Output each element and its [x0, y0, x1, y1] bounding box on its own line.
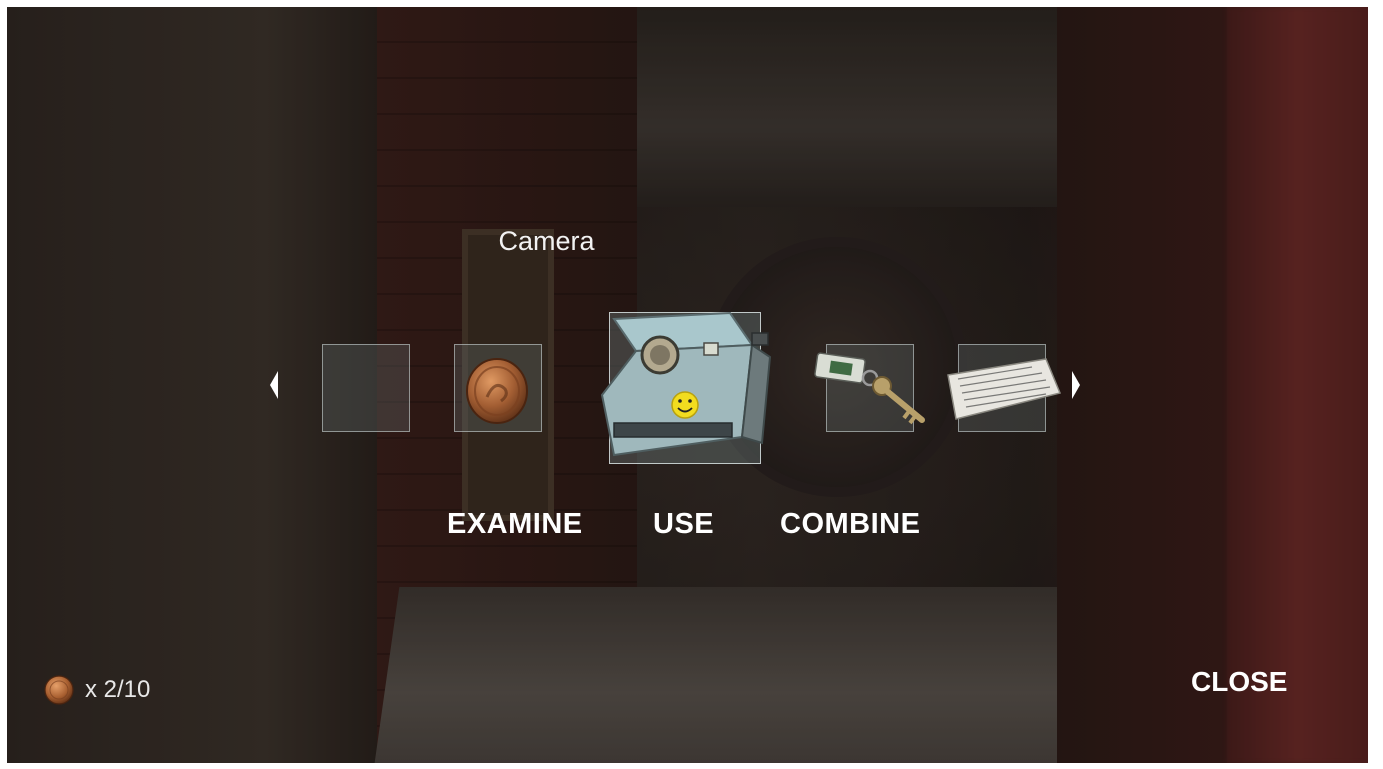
combine-button[interactable]: COMBINE — [780, 508, 920, 541]
paper-note-icon — [947, 358, 1062, 420]
item-title: Camera — [0, 226, 1361, 257]
coin-count-text: x 2/10 — [85, 676, 151, 703]
background-red-edge — [1227, 7, 1368, 763]
background-right-wall — [1057, 7, 1227, 763]
background-floor — [374, 587, 1100, 763]
coin-icon — [466, 358, 528, 424]
examine-button[interactable]: EXAMINE — [447, 508, 583, 541]
inventory-slot-coin[interactable] — [454, 344, 542, 432]
coin-icon — [44, 675, 74, 705]
background-ceiling — [637, 7, 1057, 207]
close-button[interactable]: CLOSE — [1191, 666, 1287, 698]
chevron-right-icon[interactable] — [1072, 371, 1080, 399]
item-name: Camera — [498, 226, 595, 256]
key-with-tag-icon — [814, 352, 925, 425]
inventory-slot-empty[interactable] — [322, 344, 410, 432]
use-button[interactable]: USE — [653, 508, 714, 541]
instant-camera-icon — [600, 311, 772, 457]
coin-counter: x 2/10 — [43, 672, 150, 708]
chevron-left-icon[interactable] — [270, 371, 278, 399]
